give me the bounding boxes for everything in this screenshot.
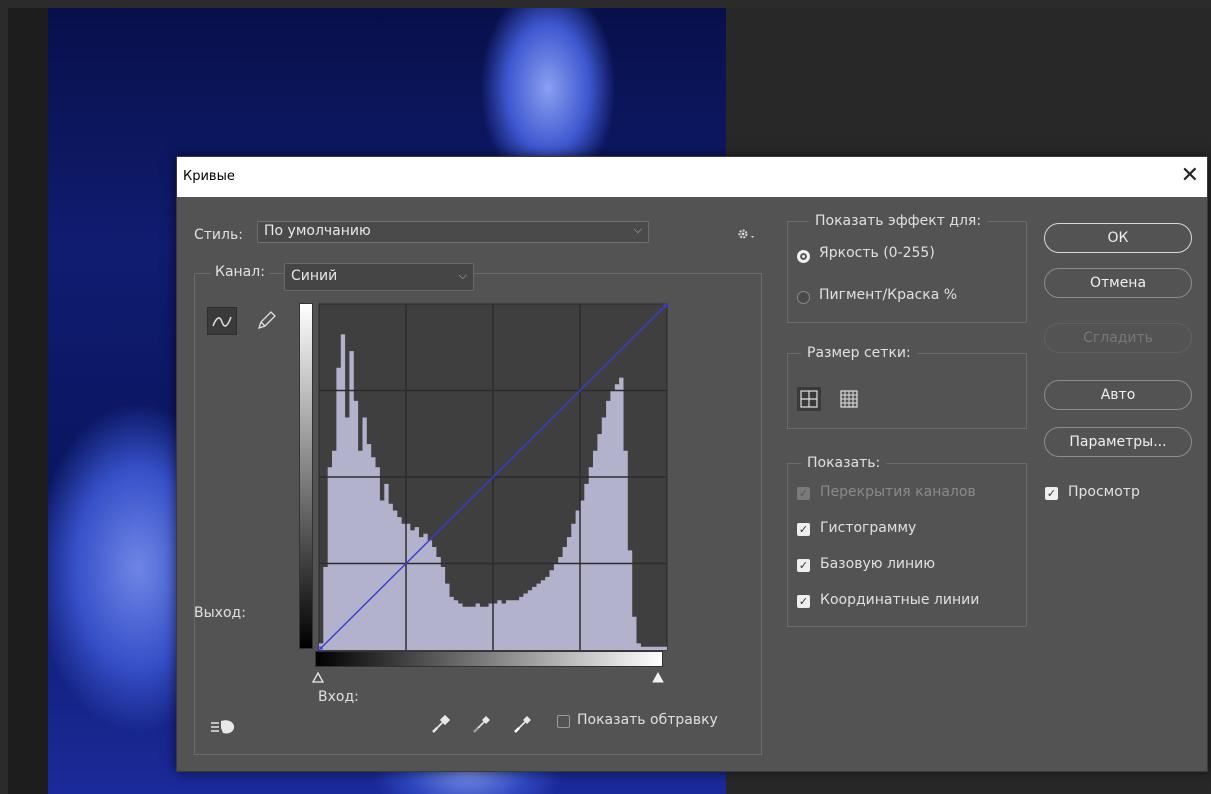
black-point-slider[interactable]: [311, 669, 325, 685]
intersection-lines-checkbox[interactable]: ✓: [797, 595, 810, 608]
simple-grid-icon: [800, 390, 818, 408]
preset-options-gear-icon[interactable]: [737, 227, 759, 241]
brightness-label: Яркость (0-255): [819, 245, 935, 261]
brightness-radio[interactable]: [797, 250, 810, 263]
histogram-checkbox[interactable]: ✓: [797, 523, 810, 536]
chevron-down-icon: ⌵: [458, 269, 467, 282]
dialog-titlebar: Кривые ✕: [177, 157, 1207, 197]
auto-button[interactable]: Авто: [1044, 380, 1192, 410]
channel-select[interactable]: Синий ⌵: [284, 263, 474, 291]
black-eyedropper-icon[interactable]: [429, 713, 451, 735]
preview-checkbox[interactable]: ✓: [1045, 487, 1058, 500]
channel-label-wrap: Канал:: [211, 264, 269, 280]
detailed-grid-button[interactable]: [837, 387, 861, 411]
output-label: Выход:: [194, 605, 246, 621]
channel-value: Синий: [291, 268, 338, 284]
show-effect-title: Показать эффект для:: [809, 213, 988, 229]
smooth-button[interactable]: Сгладить: [1044, 323, 1192, 353]
preview-label: Просмотр: [1068, 484, 1140, 500]
show-options-title: Показать:: [801, 455, 887, 471]
show-clipping-label: Показать обтравку: [577, 712, 718, 728]
pencil-icon: [257, 311, 276, 330]
input-gradient-bar: [315, 651, 663, 667]
curve-graph[interactable]: [317, 303, 669, 651]
intersection-lines-label: Координатные линии: [820, 592, 980, 608]
style-label: Стиль:: [194, 227, 243, 243]
close-icon[interactable]: ✕: [1181, 163, 1199, 188]
input-label: Вход:: [318, 689, 359, 705]
dialog-title: Кривые: [183, 169, 235, 184]
document-margin: [8, 8, 48, 794]
channel-overlays-checkbox[interactable]: ✓: [797, 487, 810, 500]
grid-size-group: [787, 353, 1027, 429]
show-effect-group: [787, 221, 1027, 323]
curves-dialog: Кривые ✕ Стиль: По умолчанию ⌵ Канал: Си…: [176, 156, 1208, 772]
pencil-tool[interactable]: [253, 307, 283, 335]
baseline-label: Базовую линию: [820, 556, 936, 572]
gray-eyedropper-icon[interactable]: [470, 713, 492, 735]
grid-size-title: Размер сетки:: [801, 345, 917, 361]
show-clipping-checkbox[interactable]: [557, 715, 570, 728]
pigment-radio[interactable]: [797, 291, 810, 304]
style-preset-value: По умолчанию: [264, 223, 371, 239]
pigment-label: Пигмент/Краска %: [819, 287, 958, 303]
channel-label: Канал:: [215, 264, 265, 280]
chevron-down-icon: ⌵: [633, 223, 642, 236]
cancel-button[interactable]: Отмена: [1044, 268, 1192, 298]
options-button[interactable]: Параметры...: [1044, 427, 1192, 457]
detailed-grid-icon: [840, 390, 858, 408]
white-point-slider[interactable]: [651, 669, 665, 685]
white-eyedropper-icon[interactable]: [511, 713, 533, 735]
style-preset-select[interactable]: По умолчанию ⌵: [257, 221, 649, 243]
ok-button[interactable]: ОК: [1044, 223, 1192, 253]
channel-overlays-label: Перекрытия каналов: [820, 484, 976, 500]
histogram-label: Гистограмму: [820, 520, 917, 536]
simple-grid-button[interactable]: [797, 387, 821, 411]
curve-tool[interactable]: [207, 307, 237, 335]
targeted-adjustment-icon[interactable]: [207, 715, 241, 737]
curve-point-icon: [212, 316, 232, 327]
baseline-checkbox[interactable]: ✓: [797, 559, 810, 572]
output-gradient-bar: [299, 303, 313, 649]
